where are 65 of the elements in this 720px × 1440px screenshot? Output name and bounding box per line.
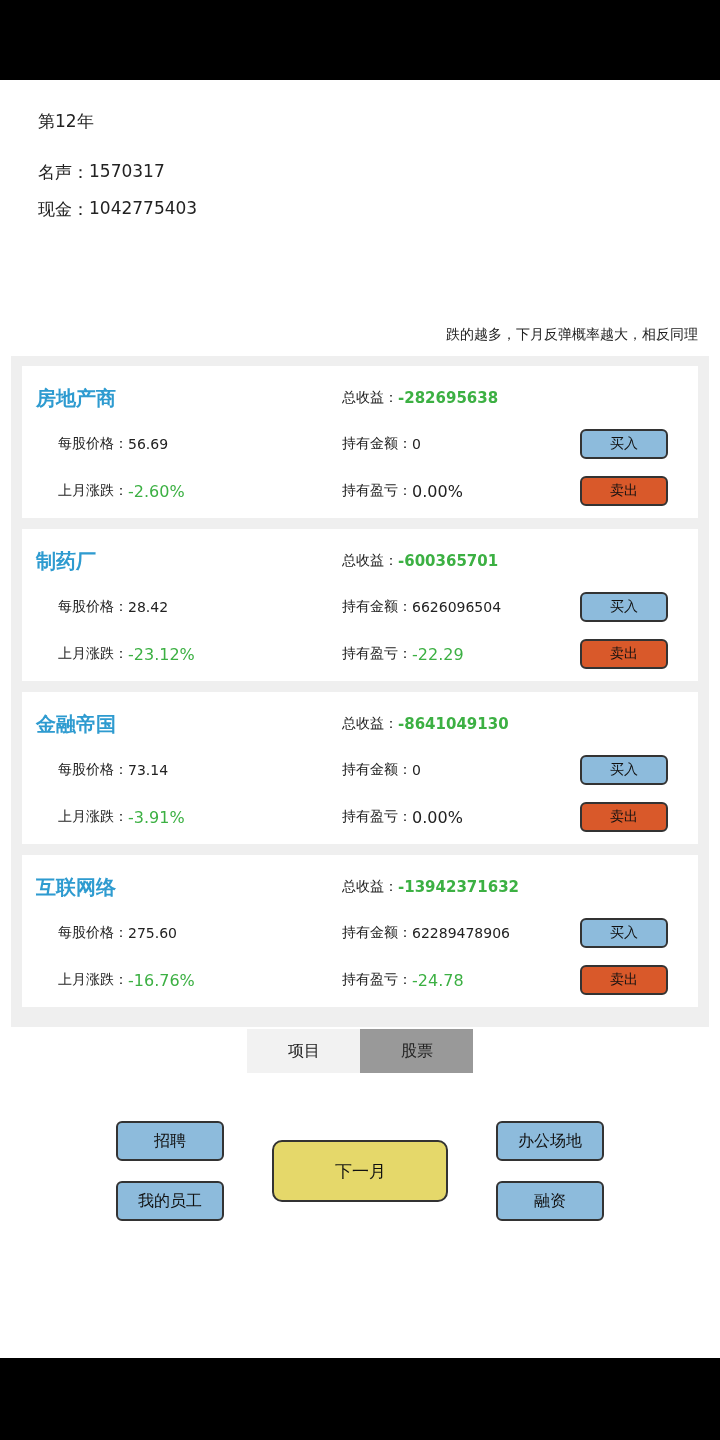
price-label: 每股价格： xyxy=(58,924,128,942)
tab[interactable]: 股票 xyxy=(360,1029,473,1073)
price-value: 73.14 xyxy=(128,762,169,778)
pnl-value: -24.78 xyxy=(412,970,464,990)
fame-label: 名声： xyxy=(38,161,89,184)
change-value: -16.76% xyxy=(128,970,195,990)
next-month-button[interactable]: 下一月 xyxy=(272,1140,448,1202)
change-value: -3.91% xyxy=(128,807,185,827)
pnl-value: 0.00% xyxy=(412,481,463,501)
action-button[interactable]: 招聘 xyxy=(116,1121,224,1161)
stock-name: 房地产商 xyxy=(36,384,117,412)
pnl-label: 持有盈亏： xyxy=(342,808,412,826)
holding-label: 持有金额： xyxy=(342,435,412,453)
total-label: 总收益： xyxy=(342,878,398,896)
change-value: -23.12% xyxy=(128,644,195,664)
change-label: 上月涨跌： xyxy=(58,645,128,663)
holding-label: 持有金额： xyxy=(342,924,412,942)
action-button[interactable]: 融资 xyxy=(496,1181,604,1221)
price-value: 56.69 xyxy=(128,436,169,452)
fame-value: 1570317 xyxy=(89,161,165,183)
pnl-value: -22.29 xyxy=(412,644,464,664)
year-label: 第12年 xyxy=(38,110,95,133)
total-label: 总收益： xyxy=(342,552,398,570)
stock-name: 制药厂 xyxy=(36,547,97,575)
action-button[interactable]: 办公场地 xyxy=(496,1121,604,1161)
total-value: -8641049130 xyxy=(398,715,509,733)
change-label: 上月涨跌： xyxy=(58,482,128,500)
pnl-label: 持有盈亏： xyxy=(342,482,412,500)
holding-label: 持有金额： xyxy=(342,761,412,779)
total-value: -282695638 xyxy=(398,389,499,407)
sell-button[interactable]: 卖出 xyxy=(580,476,668,506)
stock-name: 互联网络 xyxy=(36,873,117,901)
buy-button[interactable]: 买入 xyxy=(580,429,668,459)
holding-value: 6626096504 xyxy=(412,599,502,615)
buy-button[interactable]: 买入 xyxy=(580,592,668,622)
cash-label: 现金： xyxy=(38,198,89,221)
holding-value: 62289478906 xyxy=(412,925,510,941)
price-label: 每股价格： xyxy=(58,598,128,616)
change-label: 上月涨跌： xyxy=(58,971,128,989)
holding-value: 0 xyxy=(412,436,421,452)
holding-label: 持有金额： xyxy=(342,598,412,616)
sell-button[interactable]: 卖出 xyxy=(580,965,668,995)
sell-button[interactable]: 卖出 xyxy=(580,802,668,832)
change-value: -2.60% xyxy=(128,481,185,501)
holding-value: 0 xyxy=(412,762,421,778)
stock-name: 金融帝国 xyxy=(36,710,117,738)
buy-button[interactable]: 买入 xyxy=(580,918,668,948)
pnl-value: 0.00% xyxy=(412,807,463,827)
buy-button[interactable]: 买入 xyxy=(580,755,668,785)
pnl-label: 持有盈亏： xyxy=(342,971,412,989)
sell-button[interactable]: 卖出 xyxy=(580,639,668,669)
action-button[interactable]: 我的员工 xyxy=(116,1181,224,1221)
price-label: 每股价格： xyxy=(58,435,128,453)
total-label: 总收益： xyxy=(342,389,398,407)
tab[interactable]: 项目 xyxy=(247,1029,360,1073)
total-value: -600365701 xyxy=(398,552,499,570)
price-value: 275.60 xyxy=(128,925,177,941)
cash-value: 1042775403 xyxy=(89,198,198,220)
hint-text: 跌的越多，下月反弹概率越大，相反同理 xyxy=(446,326,698,344)
price-label: 每股价格： xyxy=(58,761,128,779)
price-value: 28.42 xyxy=(128,599,169,615)
change-label: 上月涨跌： xyxy=(58,808,128,826)
pnl-label: 持有盈亏： xyxy=(342,645,412,663)
total-value: -13942371632 xyxy=(398,878,520,896)
total-label: 总收益： xyxy=(342,715,398,733)
